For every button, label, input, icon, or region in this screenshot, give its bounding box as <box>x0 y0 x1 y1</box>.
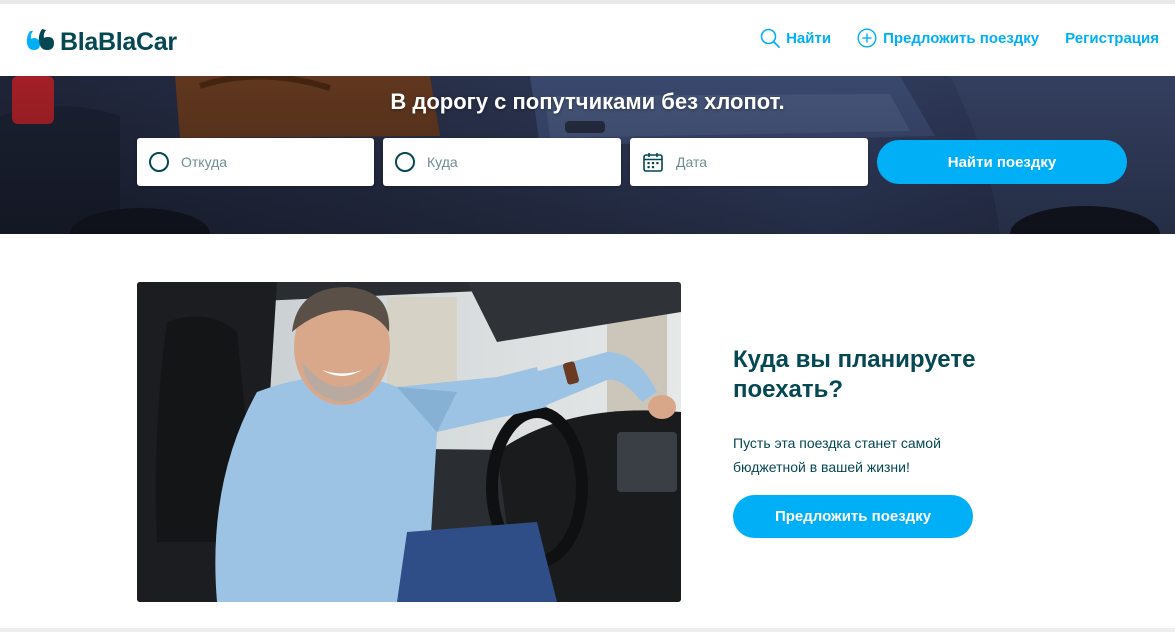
logo[interactable]: BlaBlaCar <box>24 24 177 60</box>
bottom-border <box>0 628 1175 632</box>
site-header: BlaBlaCar Найти Предложить поездку Регис… <box>0 4 1175 76</box>
promo-text: Пусть эта поездка станет самой бюджетной… <box>733 435 941 475</box>
nav-register-label: Регистрация <box>1065 29 1159 47</box>
date-field[interactable]: Дата <box>630 138 868 186</box>
destination-circle-icon <box>395 152 415 172</box>
blablacar-logo-icon <box>24 27 56 57</box>
to-placeholder: Куда <box>427 154 458 170</box>
origin-circle-icon <box>149 152 169 172</box>
offer-ride-button[interactable]: Предложить поездку <box>733 495 973 538</box>
nav-offer-ride[interactable]: Предложить поездку <box>857 28 1039 48</box>
search-icon <box>760 28 780 48</box>
calendar-icon <box>643 153 663 172</box>
plus-circle-icon <box>857 28 877 48</box>
hero-banner: В дорогу с попутчиками без хлопот. Откуд… <box>0 76 1175 234</box>
nav-search[interactable]: Найти <box>760 28 831 48</box>
from-placeholder: Откуда <box>181 154 228 170</box>
promo-heading: Куда вы планируете поехать? <box>733 346 976 403</box>
driver-photo <box>137 282 681 602</box>
nav-search-label: Найти <box>786 29 832 47</box>
to-field[interactable]: Куда <box>383 138 621 186</box>
main-nav: Найти Предложить поездку Регистрация <box>734 28 1159 48</box>
brand-name: BlaBlaCar <box>60 27 177 56</box>
from-field[interactable]: Откуда <box>137 138 374 186</box>
find-ride-button[interactable]: Найти поездку <box>877 140 1127 184</box>
hero-title: В дорогу с попутчиками без хлопот. <box>390 89 785 114</box>
nav-register[interactable]: Регистрация <box>1065 30 1159 47</box>
date-placeholder: Дата <box>676 154 708 170</box>
nav-offer-ride-label: Предложить поездку <box>883 29 1040 47</box>
